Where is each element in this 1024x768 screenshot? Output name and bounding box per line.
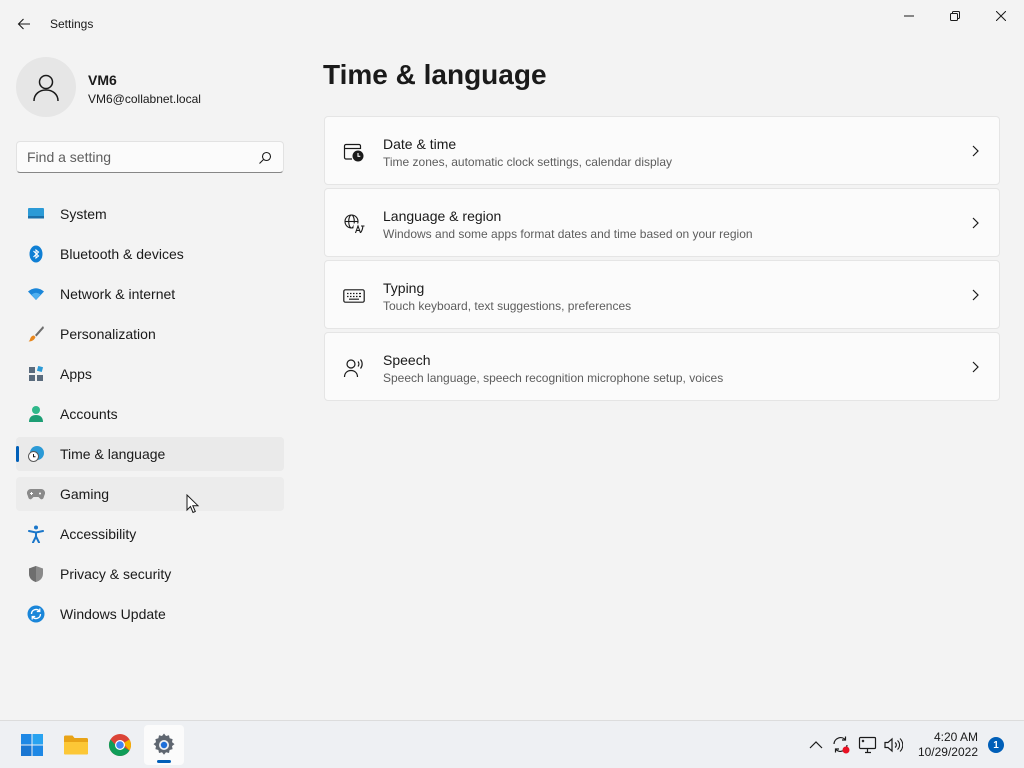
chevron-right-icon [972, 289, 979, 301]
gamepad-icon [27, 485, 45, 503]
chevron-up-icon [809, 741, 823, 749]
start-icon [21, 734, 43, 756]
card-title: Typing [383, 280, 425, 296]
language-icon [343, 213, 365, 235]
sidebar-item-label: Bluetooth & devices [60, 246, 184, 262]
settings-cards: Date & time Time zones, automatic clock … [324, 116, 1000, 404]
volume-icon [884, 737, 903, 753]
restore-icon [950, 11, 960, 21]
minimize-button[interactable] [886, 0, 932, 32]
sidebar-item-accessibility[interactable]: Accessibility [16, 517, 284, 551]
notification-badge[interactable]: 1 [988, 737, 1004, 753]
bluetooth-icon [27, 245, 45, 263]
update-icon [27, 605, 45, 623]
sidebar-item-bluetooth[interactable]: Bluetooth & devices [16, 237, 284, 271]
mouse-cursor-icon [186, 494, 200, 514]
network-icon [858, 736, 877, 754]
sidebar-item-label: Privacy & security [60, 566, 172, 582]
search-icon[interactable] [257, 150, 273, 166]
card-title: Language & region [383, 208, 502, 224]
system-icon [27, 205, 45, 223]
sidebar-item-label: System [60, 206, 107, 222]
sidebar-item-label: Accessibility [60, 526, 137, 542]
card-description: Time zones, automatic clock settings, ca… [383, 155, 673, 169]
sidebar-item-label: Windows Update [60, 606, 166, 622]
settings-icon [153, 733, 175, 755]
sidebar-item-label: Time & language [60, 446, 166, 462]
globe-clock-icon [27, 445, 45, 463]
taskbar-clock[interactable]: 4:20 AM 10/29/2022 [910, 730, 978, 760]
clock-time: 4:20 AM [933, 730, 978, 744]
back-button[interactable] [10, 10, 38, 38]
minimize-icon [904, 15, 914, 17]
apps-icon [27, 365, 45, 383]
card-title: Date & time [383, 136, 457, 152]
brush-icon [27, 325, 45, 343]
tray-sync-status[interactable] [831, 735, 851, 755]
page-title: Time & language [323, 59, 547, 90]
close-icon [996, 11, 1006, 21]
keyboard-icon [343, 285, 365, 307]
chrome-icon [109, 734, 131, 756]
shield-icon [27, 565, 45, 583]
user-icon [33, 74, 59, 102]
taskbar-file-explorer[interactable] [56, 725, 96, 765]
taskbar-settings[interactable] [144, 725, 184, 765]
sidebar-item-label: Apps [60, 366, 92, 382]
chevron-right-icon [972, 145, 979, 157]
card-title: Speech [383, 352, 431, 368]
file-explorer-icon [64, 735, 88, 755]
chevron-right-icon [972, 217, 979, 229]
sidebar-item-network[interactable]: Network & internet [16, 277, 284, 311]
sidebar-nav: System Bluetooth & devices Network & int… [16, 197, 284, 637]
sidebar-item-time-language[interactable]: Time & language [16, 437, 284, 471]
search-input[interactable] [27, 149, 247, 165]
selection-indicator [16, 446, 19, 462]
sidebar-item-windows-update[interactable]: Windows Update [16, 597, 284, 631]
avatar[interactable] [16, 57, 76, 117]
calendar-clock-icon [343, 141, 365, 163]
sync-alert-icon [833, 736, 850, 754]
taskbar-chrome[interactable] [100, 725, 140, 765]
accessibility-icon [27, 525, 45, 543]
card-language-region[interactable]: Language & region Windows and some apps … [324, 188, 1000, 257]
card-description: Speech language, speech recognition micr… [383, 371, 724, 385]
sidebar-item-gaming[interactable]: Gaming [16, 477, 284, 511]
sidebar-item-label: Network & internet [60, 286, 176, 302]
taskbar: 4:20 AM 10/29/2022 1 [0, 720, 1024, 768]
sidebar-item-accounts[interactable]: Accounts [16, 397, 284, 431]
wifi-icon [27, 285, 45, 303]
arrow-left-icon [17, 18, 30, 30]
card-description: Touch keyboard, text suggestions, prefer… [383, 299, 632, 313]
chevron-right-icon [972, 361, 979, 373]
sidebar-item-apps[interactable]: Apps [16, 357, 284, 391]
card-speech[interactable]: Speech Speech language, speech recogniti… [324, 332, 1000, 401]
card-typing[interactable]: Typing Touch keyboard, text suggestions,… [324, 260, 1000, 329]
card-description: Windows and some apps format dates and t… [383, 227, 753, 241]
tray-volume[interactable] [883, 735, 903, 755]
start-button[interactable] [12, 725, 52, 765]
user-email: VM6@collabnet.local [88, 92, 201, 106]
active-app-indicator [157, 760, 171, 763]
sidebar-item-label: Accounts [60, 406, 118, 422]
search-box[interactable] [16, 141, 284, 173]
clock-date: 10/29/2022 [917, 745, 978, 759]
window-title: Settings [50, 17, 94, 31]
sidebar-item-label: Personalization [60, 326, 156, 342]
close-button[interactable] [978, 0, 1024, 32]
tray-network[interactable] [858, 735, 878, 755]
tray-overflow-button[interactable] [806, 735, 826, 755]
user-name: VM6 [88, 72, 117, 88]
sidebar-item-label: Gaming [60, 486, 110, 502]
speech-icon [343, 357, 365, 379]
sidebar-item-personalization[interactable]: Personalization [16, 317, 284, 351]
accounts-icon [27, 405, 45, 423]
card-date-time[interactable]: Date & time Time zones, automatic clock … [324, 116, 1000, 185]
restore-button[interactable] [932, 0, 978, 32]
title-bar: Settings [0, 0, 1024, 48]
sidebar-item-system[interactable]: System [16, 197, 284, 231]
sidebar-item-privacy[interactable]: Privacy & security [16, 557, 284, 591]
